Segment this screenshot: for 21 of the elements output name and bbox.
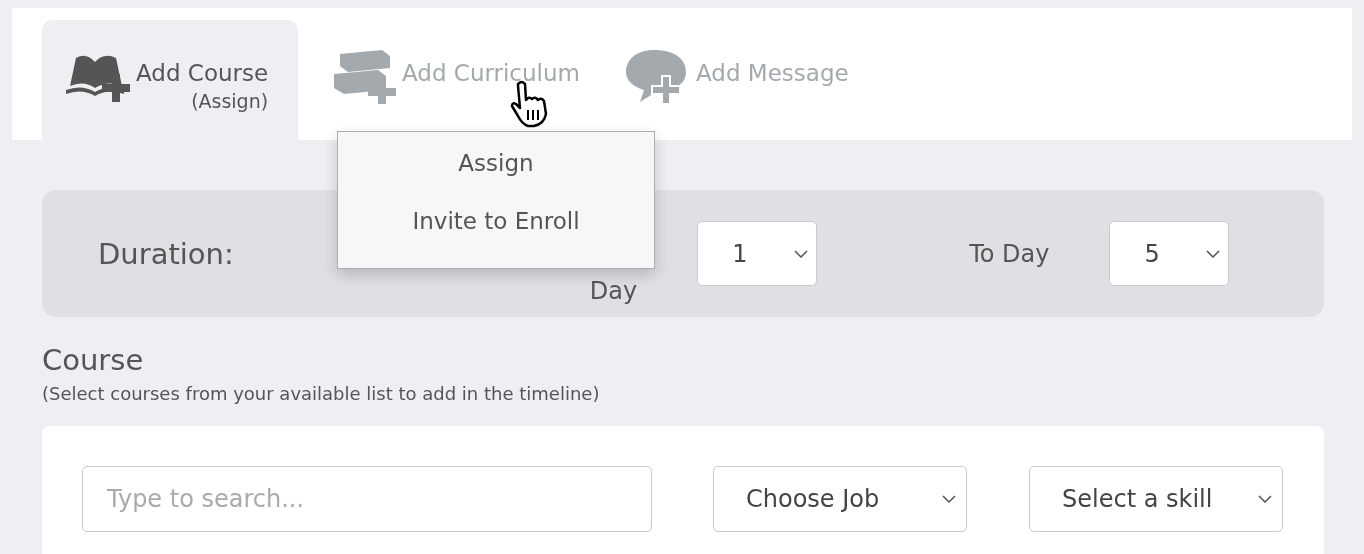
from-day-select[interactable]: 1 <box>697 221 818 286</box>
tab-label: Add Course <box>136 60 269 86</box>
search-field[interactable]: Type to search... <box>82 466 652 532</box>
course-heading: Course <box>42 343 145 377</box>
menu-item[interactable]: Assign <box>458 150 534 176</box>
course-hint: (Select courses from your available list to add in the timeline) <box>42 383 601 404</box>
chevron-down-icon <box>1206 249 1221 258</box>
to-day-label: To Day <box>969 239 1050 268</box>
tab[interactable]: Add Course (Assign) <box>42 20 298 140</box>
skill-select[interactable]: Select a skill <box>1029 466 1283 532</box>
chevron-down-icon <box>1258 495 1272 503</box>
from-day-label: Day <box>589 277 638 305</box>
tab-sublabel: (Assign) <box>191 90 269 112</box>
duration-label: Duration: <box>98 236 234 271</box>
tab-label: Add Message <box>696 60 849 86</box>
job-select[interactable]: Choose Job <box>713 466 967 532</box>
chevron-down-icon <box>942 495 956 503</box>
tab-label: Add Curriculum <box>402 60 580 86</box>
menu-item[interactable]: Invite to Enroll <box>412 208 580 234</box>
to-day-select[interactable]: 5 <box>1109 221 1230 286</box>
chevron-down-icon <box>794 249 809 258</box>
